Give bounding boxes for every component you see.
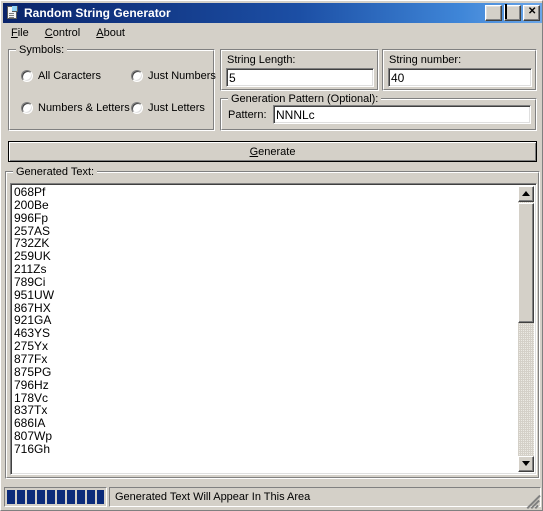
progress-block	[97, 490, 104, 504]
application-window: Random String Generator ✕ File Control A…	[0, 0, 543, 511]
progress-block	[77, 490, 85, 504]
progress-block	[87, 490, 95, 504]
generated-text-title: Generated Text:	[13, 166, 98, 178]
string-number-label: String number:	[389, 54, 462, 66]
menu-item-control[interactable]: Control	[38, 26, 87, 40]
resize-grip[interactable]	[526, 494, 541, 509]
radio-indicator-icon	[21, 70, 33, 82]
generated-text-listbox[interactable]: 068Pf 200Be 996Fp 257AS 732ZK 259UK 211Zs 789Ci…	[10, 183, 537, 475]
string-length-label: String Length:	[227, 54, 296, 66]
chevron-down-icon	[522, 461, 530, 466]
progress-block	[37, 490, 45, 504]
window-controls: ✕	[485, 4, 540, 21]
window-title: Random String Generator	[24, 6, 171, 20]
radio-label: Just Letters	[148, 102, 205, 114]
status-text-panel: Generated Text Will Appear In This Area	[109, 487, 541, 507]
radio-indicator-icon	[21, 102, 33, 114]
scroll-up-button[interactable]	[518, 186, 534, 202]
generated-text-line[interactable]: 875PG	[14, 365, 518, 379]
scrollbar-thumb[interactable]	[518, 203, 534, 323]
radio-label: All Caracters	[38, 70, 101, 82]
generated-text-line[interactable]: 877Fx	[14, 353, 518, 366]
menu-item-about[interactable]: About	[89, 26, 132, 40]
progress-bar	[4, 487, 107, 507]
menu-bar: File Control About	[4, 25, 541, 41]
title-bar[interactable]: Random String Generator ✕	[3, 3, 542, 23]
radio-label: Just Numbers	[148, 70, 216, 82]
progress-block	[47, 490, 55, 504]
vertical-scrollbar[interactable]	[518, 186, 534, 472]
pattern-label: Pattern:	[228, 109, 267, 121]
generated-text-content: 068Pf 200Be 996Fp 257AS 732ZK 259UK 211Zs 789Ci…	[14, 186, 518, 456]
menu-item-file[interactable]: File	[4, 26, 36, 40]
generated-text-line[interactable]: 178Vc	[14, 391, 518, 405]
progress-block	[67, 490, 75, 504]
generate-button-label: Generate	[249, 145, 296, 158]
generated-text-line[interactable]: 796Hz	[14, 378, 518, 392]
radio-indicator-icon	[131, 102, 143, 114]
generated-text-line[interactable]: 716Gh	[14, 443, 518, 456]
scroll-down-button[interactable]	[518, 456, 534, 472]
string-length-group: String Length: 5	[220, 49, 379, 91]
generated-text-line[interactable]: 259UK	[14, 250, 518, 263]
generation-pattern-group: Generation Pattern (Optional): Pattern: …	[220, 93, 537, 131]
generated-text-line[interactable]: 200Be	[14, 198, 518, 212]
progress-block	[57, 490, 65, 504]
progress-bar-track	[7, 490, 104, 504]
progress-block	[17, 490, 25, 504]
generated-text-line[interactable]: 686IA	[14, 417, 518, 430]
status-message: Generated Text Will Appear In This Area	[115, 491, 311, 503]
radio-just-letters[interactable]: Just Letters	[131, 102, 205, 114]
pattern-input[interactable]: NNNLc	[273, 105, 531, 124]
minimize-button[interactable]	[485, 5, 502, 21]
symbols-group: Symbols: All Caracters Just Numbers Numb…	[8, 44, 216, 131]
maximize-button[interactable]	[504, 4, 521, 21]
generated-text-line[interactable]: 275Yx	[14, 340, 518, 353]
generated-text-line[interactable]: 867HX	[14, 301, 518, 315]
string-number-group: String number: 40	[382, 49, 537, 91]
string-length-input[interactable]: 5	[226, 68, 374, 87]
radio-label: Numbers & Letters	[38, 102, 130, 114]
generated-text-line[interactable]: 951UW	[14, 288, 518, 302]
chevron-up-icon	[522, 191, 530, 196]
generation-pattern-title: Generation Pattern (Optional):	[228, 93, 382, 105]
generated-text-line[interactable]: 996Fp	[14, 211, 518, 225]
radio-indicator-icon	[131, 70, 143, 82]
close-button[interactable]: ✕	[523, 5, 540, 21]
generated-text-line[interactable]: 837Tx	[14, 404, 518, 417]
generated-text-line[interactable]: 732ZK	[14, 237, 518, 250]
document-icon	[6, 6, 20, 20]
generated-text-line[interactable]: 211Zs	[14, 263, 518, 276]
symbols-group-title: Symbols:	[16, 44, 68, 56]
generated-text-line[interactable]: 807Wp	[14, 430, 518, 443]
radio-numbers-and-letters[interactable]: Numbers & Letters	[21, 102, 130, 114]
status-bar: Generated Text Will Appear In This Area	[4, 487, 541, 507]
progress-block	[27, 490, 35, 504]
generated-text-line[interactable]: 068Pf	[14, 186, 518, 199]
generated-text-line[interactable]: 257AS	[14, 224, 518, 238]
generated-text-line[interactable]: 463YS	[14, 327, 518, 340]
generated-text-group: Generated Text: 068Pf 200Be 996Fp 257AS 732Z…	[5, 166, 540, 479]
generated-text-line[interactable]: 921GA	[14, 314, 518, 327]
generated-text-line[interactable]: 789Ci	[14, 276, 518, 289]
string-number-input[interactable]: 40	[388, 68, 532, 87]
radio-all-caracters[interactable]: All Caracters	[21, 70, 101, 82]
radio-just-numbers[interactable]: Just Numbers	[131, 70, 216, 82]
progress-block	[7, 490, 15, 504]
generate-button[interactable]: Generate	[8, 141, 537, 162]
